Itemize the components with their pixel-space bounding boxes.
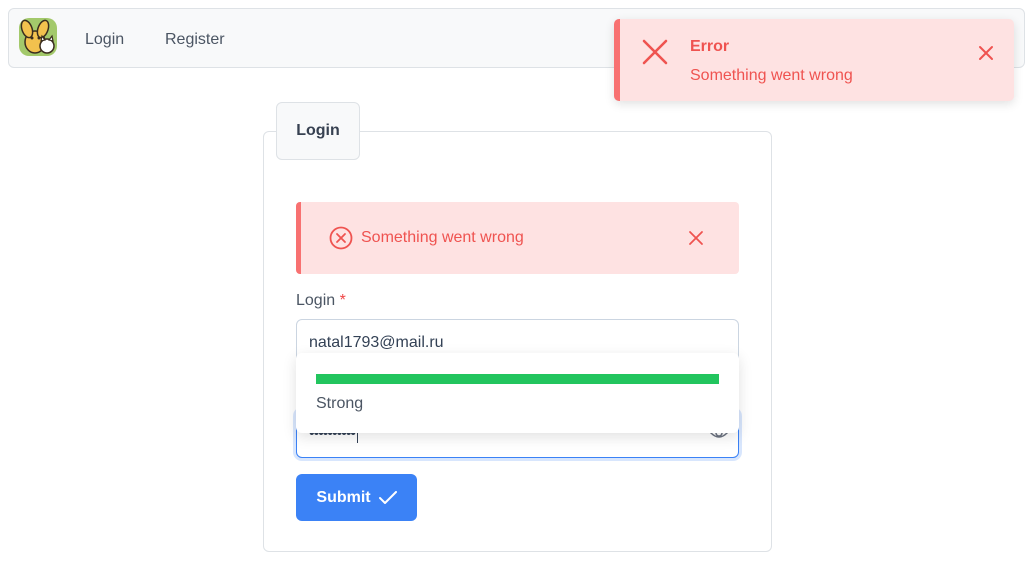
submit-button[interactable]: Submit (296, 474, 417, 521)
strength-label: Strong (316, 395, 364, 412)
dog-and-cat-logo[interactable] (17, 16, 59, 58)
login-label-text: Login (296, 292, 336, 309)
password-strength-panel: Strong (296, 353, 739, 433)
close-icon[interactable] (976, 43, 996, 63)
tab-login[interactable]: Login (276, 102, 360, 160)
submit-label: Submit (316, 488, 371, 506)
nav-link-register[interactable]: Register (165, 31, 225, 49)
error-toast: Error Something went wrong (614, 19, 1014, 101)
check-icon (378, 490, 397, 504)
toast-message: Something went wrong (690, 67, 853, 84)
strength-meter (316, 374, 719, 384)
nav-link-login[interactable]: Login (85, 31, 124, 49)
toast-title: Error (690, 38, 730, 55)
x-icon (642, 39, 668, 65)
required-mark: * (339, 292, 346, 309)
error-alert: Something went wrong (296, 202, 739, 274)
login-label: Login * (296, 292, 346, 310)
strength-meter-fill (316, 374, 719, 384)
close-icon[interactable] (687, 229, 705, 247)
circle-x-icon (329, 226, 353, 250)
alert-message: Something went wrong (361, 229, 524, 246)
